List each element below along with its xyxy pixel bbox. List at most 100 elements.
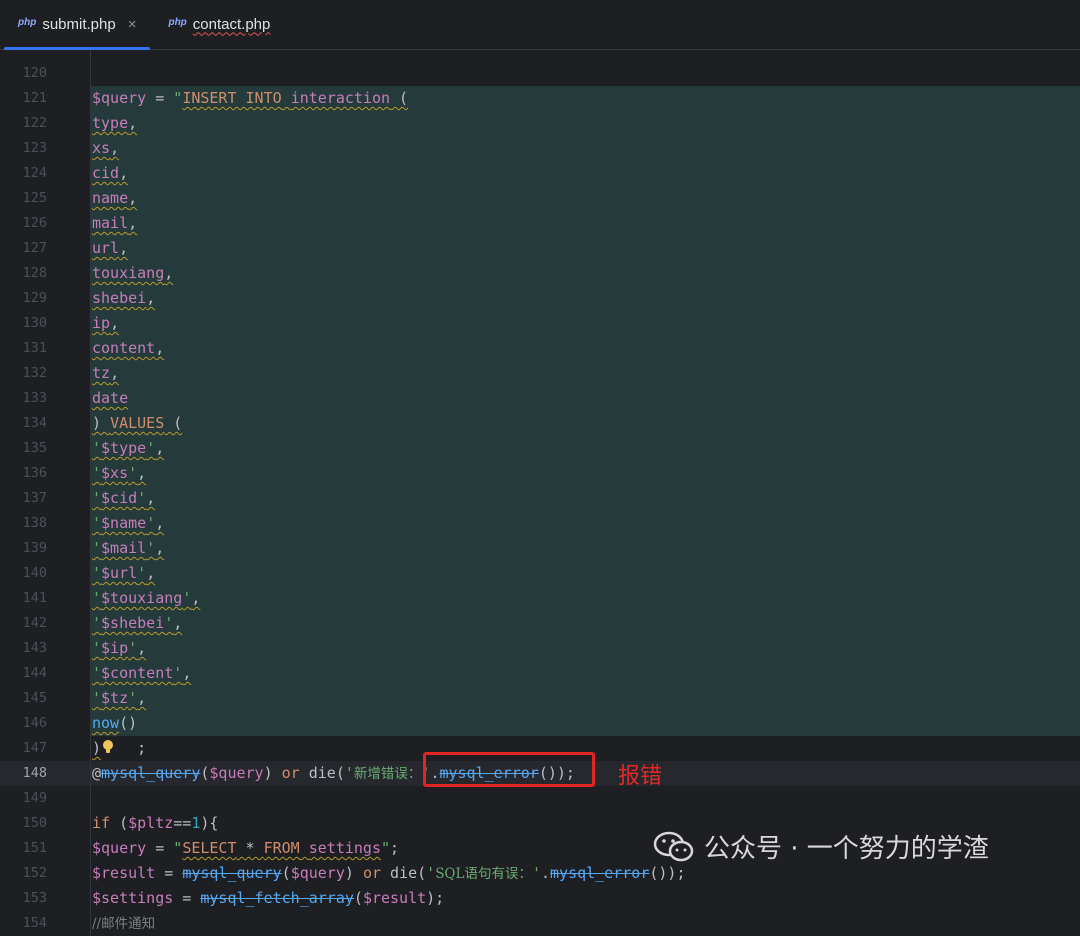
code-line[interactable]: 130 ip, bbox=[0, 311, 1080, 336]
code-token: ) bbox=[344, 864, 363, 882]
code-line[interactable]: 141 '$touxiang', bbox=[0, 586, 1080, 611]
code-line[interactable]: 121 $query = "INSERT INTO interaction ( bbox=[0, 86, 1080, 111]
code-token: , bbox=[155, 539, 165, 557]
code-token: ip bbox=[92, 314, 111, 332]
code-token: or bbox=[281, 764, 300, 782]
code-text: //邮件通知 bbox=[92, 911, 155, 936]
code-token: $tz bbox=[101, 689, 129, 707]
code-line[interactable]: 133 date bbox=[0, 386, 1080, 411]
code-line[interactable]: 139 '$mail', bbox=[0, 536, 1080, 561]
tab-submit-php[interactable]: php submit.php × bbox=[0, 0, 151, 50]
code-token: name bbox=[92, 189, 129, 207]
code-token: , bbox=[137, 464, 147, 482]
code-text: $settings = mysql_fetch_array($result); bbox=[92, 886, 444, 911]
code-token: $touxiang bbox=[101, 589, 183, 607]
code-token: * bbox=[236, 839, 264, 857]
code-token: $name bbox=[101, 514, 147, 532]
line-number: 138 bbox=[22, 515, 47, 531]
code-line[interactable]: 124 cid, bbox=[0, 161, 1080, 186]
code-line[interactable]: 140 '$url', bbox=[0, 561, 1080, 586]
code-token: die( bbox=[299, 764, 345, 782]
code-line[interactable]: 154 //邮件通知 bbox=[0, 911, 1080, 936]
code-token: $shebei bbox=[101, 614, 165, 632]
code-line[interactable]: 123 xs, bbox=[0, 136, 1080, 161]
code-token: , bbox=[137, 639, 147, 657]
code-token: ' bbox=[182, 589, 192, 607]
code-token: SELECT bbox=[182, 839, 237, 857]
code-token: ) bbox=[92, 739, 102, 757]
code-line[interactable]: 142 '$shebei', bbox=[0, 611, 1080, 636]
code-token: if bbox=[92, 814, 111, 832]
code-token: $query bbox=[92, 89, 147, 107]
code-token: , bbox=[128, 214, 138, 232]
wechat-icon bbox=[653, 831, 694, 861]
code-text: '$touxiang', bbox=[92, 586, 200, 611]
line-number: 150 bbox=[22, 815, 47, 831]
code-token: , bbox=[110, 364, 120, 382]
code-line[interactable]: 127 url, bbox=[0, 236, 1080, 261]
code-line[interactable]: 149 bbox=[0, 786, 1080, 811]
code-line[interactable]: 138 '$name', bbox=[0, 511, 1080, 536]
line-number: 133 bbox=[22, 390, 47, 406]
code-text: $query = "INSERT INTO interaction ( bbox=[92, 86, 408, 111]
code-token: ' bbox=[164, 614, 174, 632]
code-line[interactable]: 135 '$type', bbox=[0, 436, 1080, 461]
code-token: , bbox=[110, 314, 120, 332]
code-token: FROM bbox=[263, 839, 300, 857]
code-line[interactable]: 153 $settings = mysql_fetch_array($result… bbox=[0, 886, 1080, 911]
lightbulb-icon[interactable] bbox=[101, 739, 115, 755]
code-token: ' bbox=[92, 664, 102, 682]
line-number: 145 bbox=[22, 690, 47, 706]
code-token: , bbox=[164, 264, 174, 282]
line-number: 140 bbox=[22, 565, 47, 581]
code-line[interactable]: 132 tz, bbox=[0, 361, 1080, 386]
code-line[interactable]: 126 mail, bbox=[0, 211, 1080, 236]
code-line[interactable]: 131 content, bbox=[0, 336, 1080, 361]
code-token: , bbox=[128, 189, 138, 207]
code-line[interactable]: 134) VALUES ( bbox=[0, 411, 1080, 436]
code-line[interactable]: 144 '$content', bbox=[0, 661, 1080, 686]
code-line[interactable]: 125 name, bbox=[0, 186, 1080, 211]
code-token: mysql_fetch_array bbox=[200, 889, 354, 907]
code-text: '$ip', bbox=[92, 636, 146, 661]
line-number: 135 bbox=[22, 440, 47, 456]
code-line[interactable]: 136 '$xs', bbox=[0, 461, 1080, 486]
code-text: '$mail', bbox=[92, 536, 164, 561]
code-text: shebei, bbox=[92, 286, 155, 311]
code-line[interactable]: 143 '$ip', bbox=[0, 636, 1080, 661]
code-token: , bbox=[173, 614, 183, 632]
code-token: () bbox=[119, 714, 138, 732]
code-text: '$cid', bbox=[92, 486, 155, 511]
code-token: xs bbox=[92, 139, 111, 157]
code-text: type, bbox=[92, 111, 137, 136]
code-token: ' bbox=[531, 864, 541, 882]
code-token: ; bbox=[390, 839, 400, 857]
code-line[interactable]: 120 bbox=[0, 61, 1080, 86]
tab-contact-php[interactable]: php contact.php bbox=[150, 0, 284, 49]
code-text: mail, bbox=[92, 211, 137, 236]
code-text: '$xs', bbox=[92, 461, 146, 486]
code-editor[interactable]: 120 121 $query = "INSERT INTO interaction … bbox=[0, 50, 1080, 936]
editor-tab-bar: php submit.php × php contact.php bbox=[0, 0, 1080, 50]
code-line[interactable]: 122 type, bbox=[0, 111, 1080, 136]
code-line[interactable]: 145 '$tz', bbox=[0, 686, 1080, 711]
code-token: type bbox=[92, 114, 129, 132]
code-line[interactable]: 129 shebei, bbox=[0, 286, 1080, 311]
close-tab-icon[interactable]: × bbox=[128, 16, 137, 33]
code-token: url bbox=[92, 239, 120, 257]
code-token: die( bbox=[381, 864, 427, 882]
line-number: 147 bbox=[22, 740, 47, 756]
code-token: , bbox=[128, 114, 138, 132]
code-line[interactable]: 146 now() bbox=[0, 711, 1080, 736]
line-number: 134 bbox=[22, 415, 47, 431]
code-token: ' bbox=[92, 639, 102, 657]
code-token: cid bbox=[92, 164, 120, 182]
code-token: settings bbox=[308, 839, 381, 857]
code-line[interactable]: 128 touxiang, bbox=[0, 261, 1080, 286]
code-token: $settings bbox=[92, 889, 174, 907]
code-token: ' bbox=[92, 564, 102, 582]
code-token: , bbox=[146, 289, 156, 307]
code-token: " bbox=[381, 839, 391, 857]
line-number: 130 bbox=[22, 315, 47, 331]
code-line[interactable]: 137 '$cid', bbox=[0, 486, 1080, 511]
